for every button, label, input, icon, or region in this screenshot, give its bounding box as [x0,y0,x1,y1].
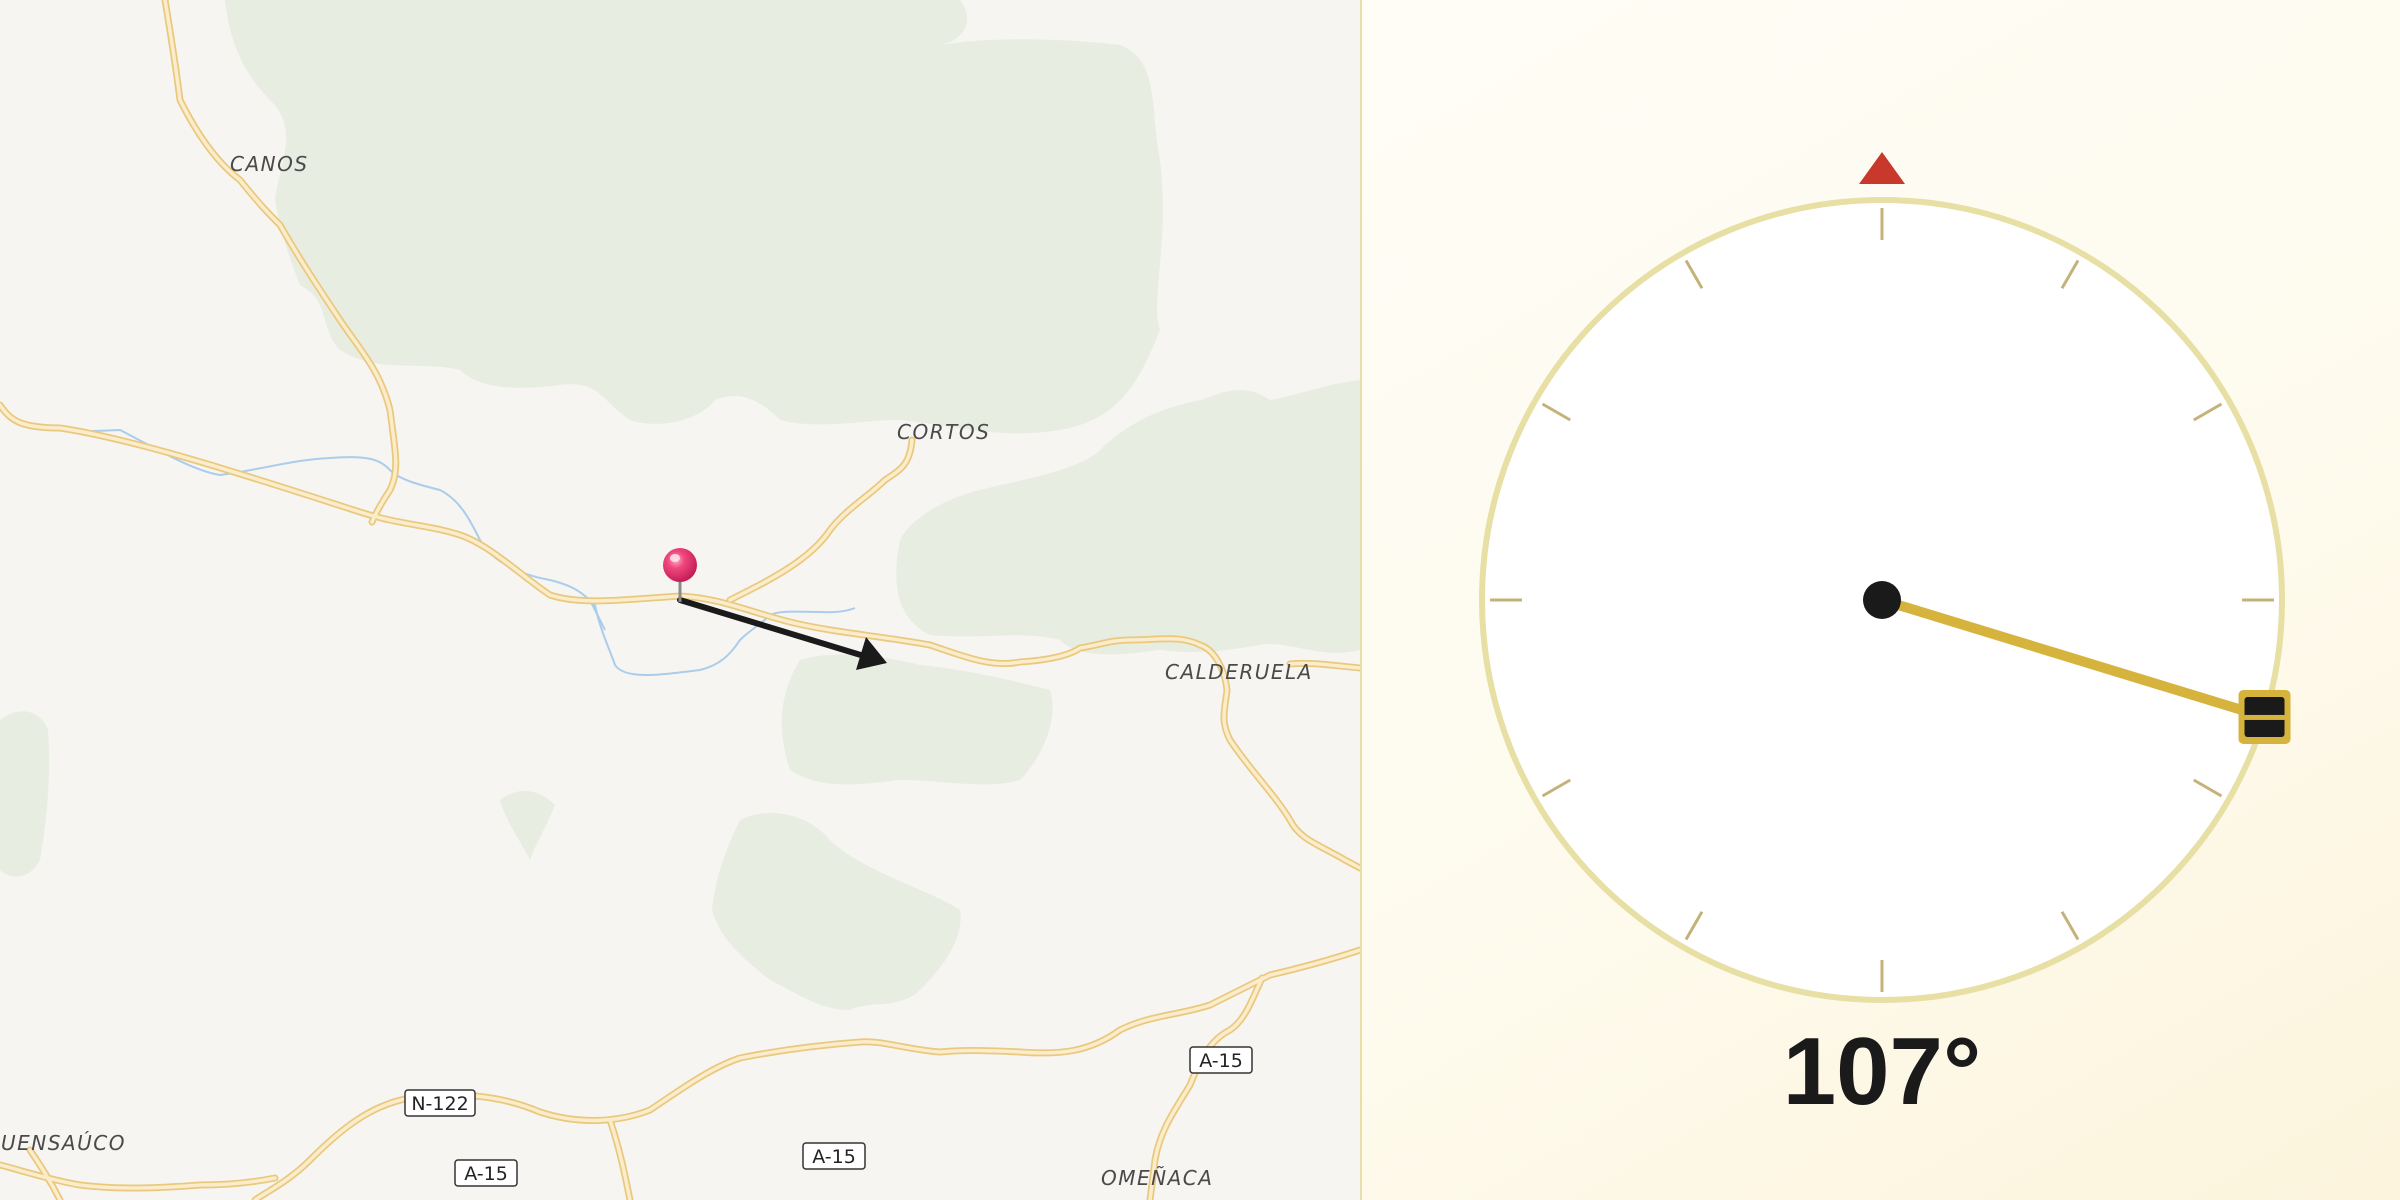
road-shield-label: A-15 [812,1146,856,1168]
woodland-north [225,0,1163,434]
woodland-center [781,654,1053,785]
bearing-drag-handle[interactable] [2238,689,2291,744]
place-label-canos: CANOS [230,152,309,176]
compass-center-pivot [1863,581,1901,619]
map-canvas: CANOS CORTOS CALDERUELA OMEÑACA FUENSAÚC… [0,0,1360,1200]
woodland-areas [0,0,1360,1010]
road-shield-a15-west: A-15 [454,1159,518,1187]
compass-panel: 107° [1362,0,2400,1200]
woodland-south [712,812,961,1010]
road-shield-label: A-15 [1199,1050,1243,1072]
river-branch [589,599,606,631]
place-label-omenaca: OMEÑACA [1101,1166,1213,1190]
bearing-readout: 107° [1783,1018,1982,1125]
river-main [69,428,856,676]
place-label-fuensauco: FUENSAÚCO [0,1131,126,1155]
compass-dial: 107° [1479,152,2291,1125]
place-label-cortos: CORTOS [897,420,990,444]
place-label-calderuela: CALDERUELA [1165,660,1313,684]
road-shield-label: A-15 [464,1163,508,1185]
road-shield-label: N-122 [411,1093,468,1115]
map-view[interactable]: CANOS CORTOS CALDERUELA OMEÑACA FUENSAÚC… [0,0,1360,1200]
road-shield-n122: N-122 [404,1089,476,1117]
north-marker-icon [1859,152,1905,184]
road-shield-a15-east: A-15 [1189,1046,1253,1074]
woodland-west [0,711,50,877]
rivers [69,428,856,676]
road-shield-a15-center: A-15 [802,1142,866,1170]
woodland-patch [500,790,555,860]
